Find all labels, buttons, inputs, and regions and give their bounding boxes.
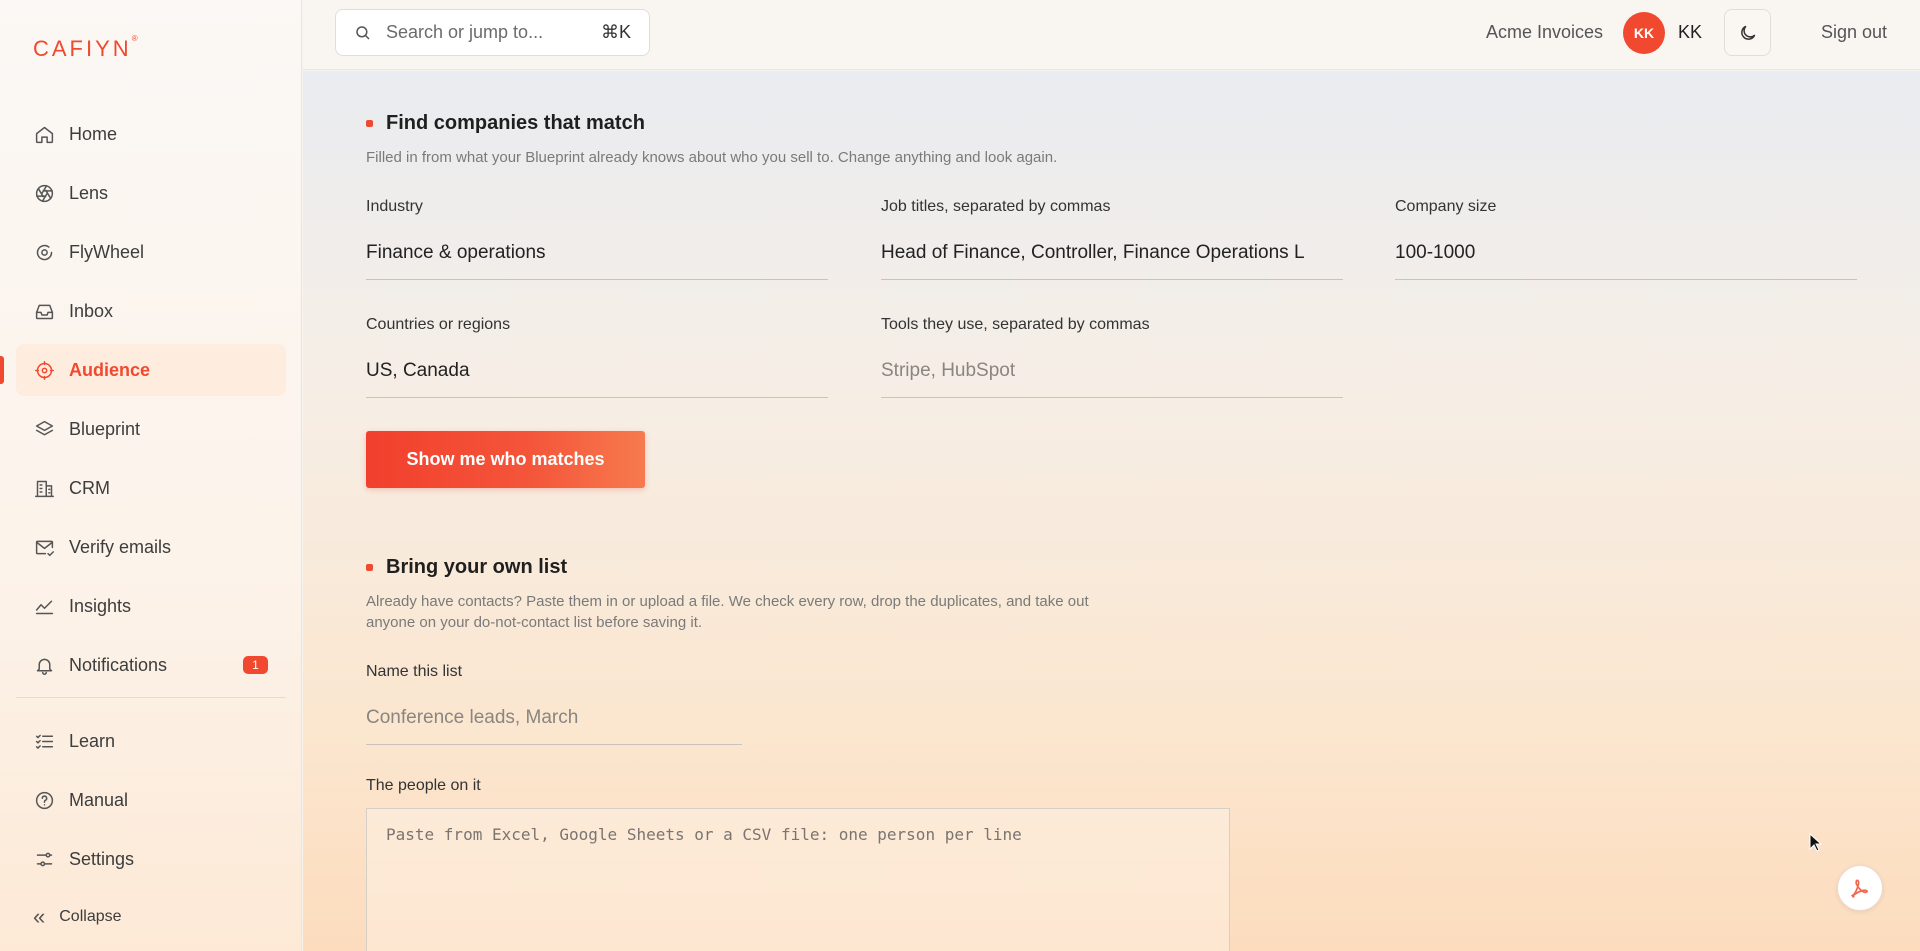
sidebar-item-label: Manual (69, 789, 129, 810)
sidebar-item-notifications[interactable]: Notifications 1 (16, 639, 286, 691)
sidebar-item-audience[interactable]: Audience (0, 344, 286, 396)
people-label: The people on it (366, 777, 481, 794)
home-icon (33, 123, 55, 145)
sidebar-item-lens[interactable]: Lens (16, 167, 286, 219)
chevrons-left-icon: « (33, 904, 46, 929)
job-titles-input[interactable]: Head of Finance, Controller, Finance Ope… (881, 238, 1343, 280)
find-section-description: Filled in from what your Blueprint alrea… (366, 149, 1058, 166)
tools-field: Tools they use, separated by commas Stri… (881, 316, 1343, 398)
sidebar-item-label: Insights (69, 595, 132, 616)
sidebar: CAFIYN® Home Lens FlyWheel Inbox Audienc… (0, 0, 302, 951)
own-list-section-title: Bring your own list (366, 556, 567, 579)
sidebar-secondary-nav: Learn Manual Settings (16, 715, 286, 892)
section-marker (366, 120, 373, 127)
industry-label: Industry (366, 198, 423, 215)
list-name-input[interactable]: Conference leads, March (366, 703, 742, 745)
section-marker (366, 564, 373, 571)
job-titles-label: Job titles, separated by commas (881, 198, 1111, 215)
list-name-field: Name this list Conference leads, March (366, 663, 742, 745)
industry-input[interactable]: Finance & operations (366, 238, 828, 280)
tools-label: Tools they use, separated by commas (881, 316, 1150, 333)
sidebar-item-label: FlyWheel (69, 241, 145, 262)
main-content: Find companies that match Filled in from… (303, 71, 1920, 951)
sidebar-item-flywheel[interactable]: FlyWheel (16, 226, 286, 278)
user-name[interactable]: KK (1678, 22, 1702, 43)
sidebar-item-label: Blueprint (69, 418, 141, 439)
countries-field: Countries or regions US, Canada (366, 316, 828, 398)
own-list-description-line1: Already have contacts? Paste them in or … (366, 593, 1089, 610)
sidebar-item-label: Learn (69, 730, 116, 751)
brand-logo-text: CAFIYN (33, 36, 132, 61)
countries-input[interactable]: US, Canada (366, 356, 828, 398)
sidebar-item-label: Settings (69, 848, 135, 869)
industry-field: Industry Finance & operations (366, 198, 828, 280)
building-icon (33, 477, 55, 499)
tools-input[interactable]: Stripe, HubSpot (881, 356, 1343, 398)
sidebar-item-label: Lens (69, 182, 109, 203)
avatar[interactable]: KK (1623, 12, 1665, 54)
help-circle-icon (33, 789, 55, 811)
sidebar-item-blueprint[interactable]: Blueprint (16, 403, 286, 455)
find-section-title-text: Find companies that match (386, 112, 645, 134)
own-list-description-line2: anyone on your do-not-contact list befor… (366, 614, 703, 631)
crosshair-icon (33, 359, 55, 381)
pdf-export-button[interactable] (1837, 865, 1883, 911)
sidebar-item-inbox[interactable]: Inbox (16, 285, 286, 337)
sidebar-item-home[interactable]: Home (16, 108, 286, 160)
company-size-input[interactable]: 100-1000 (1395, 238, 1857, 280)
pdf-icon (1850, 879, 1868, 898)
mouse-cursor-icon (1809, 833, 1823, 852)
people-textarea[interactable]: Paste from Excel, Google Sheets or a CSV… (366, 808, 1230, 951)
mail-check-icon (33, 536, 55, 558)
sidebar-item-label: Inbox (69, 300, 114, 321)
sliders-icon (33, 848, 55, 870)
sidebar-item-learn[interactable]: Learn (16, 715, 286, 767)
countries-label: Countries or regions (366, 316, 511, 333)
search-placeholder: Search or jump to... (386, 22, 544, 42)
bell-icon (33, 654, 55, 676)
chart-line-icon (33, 595, 55, 617)
sidebar-item-label: Verify emails (69, 536, 172, 557)
company-size-field: Company size 100-1000 (1395, 198, 1857, 280)
search-shortcut: ⌘K (600, 22, 631, 42)
notification-count-badge: 1 (243, 656, 268, 674)
sidebar-item-crm[interactable]: CRM (16, 462, 286, 514)
sidebar-item-label: Audience (69, 359, 151, 380)
sidebar-nav: Home Lens FlyWheel Inbox Audience Bluepr… (0, 108, 286, 698)
collapse-sidebar-button[interactable]: « Collapse (33, 904, 122, 930)
search-icon (356, 25, 370, 40)
own-list-section-title-text: Bring your own list (386, 556, 568, 578)
list-name-label: Name this list (366, 663, 463, 680)
theme-toggle-button[interactable] (1724, 9, 1771, 56)
list-check-icon (33, 730, 55, 752)
moon-icon (1740, 25, 1755, 40)
aperture-icon (33, 182, 55, 204)
sidebar-item-manual[interactable]: Manual (16, 774, 286, 826)
topbar: Search or jump to... ⌘K Acme Invoices KK… (303, 0, 1920, 70)
show-matches-button[interactable]: Show me who matches (366, 431, 645, 488)
search-input[interactable]: Search or jump to... ⌘K (335, 9, 650, 56)
inbox-icon (33, 300, 55, 322)
company-size-label: Company size (1395, 198, 1497, 215)
sidebar-item-label: Home (69, 123, 118, 144)
collapse-label: Collapse (59, 908, 122, 925)
find-section-title: Find companies that match (366, 112, 645, 135)
sidebar-item-verify-emails[interactable]: Verify emails (16, 521, 286, 573)
flywheel-icon (33, 241, 55, 263)
job-titles-field: Job titles, separated by commas Head of … (881, 198, 1343, 280)
brand-logo[interactable]: CAFIYN® (33, 34, 141, 62)
sidebar-item-label: Notifications (69, 654, 168, 675)
own-list-description: Already have contacts? Paste them in or … (366, 591, 1089, 633)
workspace-name[interactable]: Acme Invoices (1486, 22, 1603, 43)
brand-logo-mark: ® (131, 34, 141, 43)
sidebar-divider (16, 697, 286, 698)
sign-out-button[interactable]: Sign out (1821, 22, 1887, 43)
sidebar-item-settings[interactable]: Settings (16, 833, 286, 885)
sidebar-item-insights[interactable]: Insights (16, 580, 286, 632)
sidebar-item-label: CRM (69, 477, 110, 498)
layers-icon (33, 418, 55, 440)
